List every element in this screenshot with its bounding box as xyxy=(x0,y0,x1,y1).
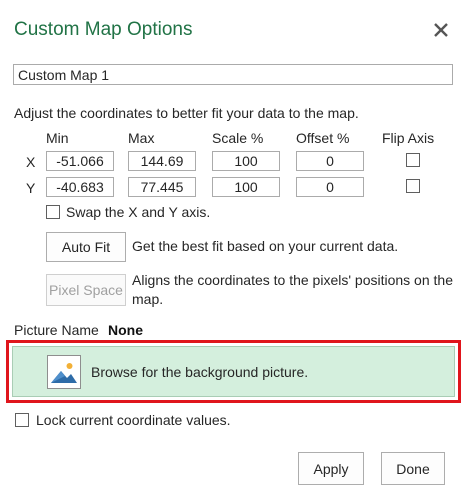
max-header: Max xyxy=(128,130,155,146)
y-scale-input[interactable] xyxy=(212,177,280,197)
dialog-title: Custom Map Options xyxy=(14,19,193,40)
y-offset-input[interactable] xyxy=(296,177,364,197)
browse-picture-label: Browse for the background picture. xyxy=(91,363,309,380)
coords-description: Adjust the coordinates to better fit you… xyxy=(14,105,359,121)
y-min-input[interactable] xyxy=(46,177,114,197)
y-max-input[interactable] xyxy=(128,177,196,197)
swap-axis-checkbox[interactable] xyxy=(46,205,60,219)
pixel-space-description-line1: Aligns the coordinates to the pixels' po… xyxy=(132,272,453,288)
y-flip-axis-checkbox[interactable] xyxy=(406,179,420,193)
pixel-space-description-line2: map. xyxy=(132,291,164,307)
picture-icon xyxy=(47,354,81,389)
min-header: Min xyxy=(46,130,69,146)
x-offset-input[interactable] xyxy=(296,151,364,171)
auto-fit-description: Get the best fit based on your current d… xyxy=(132,238,399,254)
auto-fit-button[interactable]: Auto Fit xyxy=(46,232,126,262)
lock-coordinates-label: Lock current coordinate values. xyxy=(36,412,231,428)
scale-header: Scale % xyxy=(212,130,264,146)
browse-picture-button[interactable]: Browse for the background picture. xyxy=(12,346,455,397)
flip-axis-header: Flip Axis xyxy=(382,130,435,146)
x-min-input[interactable] xyxy=(46,151,114,171)
apply-button[interactable]: Apply xyxy=(298,452,364,485)
x-flip-axis-checkbox[interactable] xyxy=(406,153,420,167)
picture-name-value: None xyxy=(108,322,143,338)
lock-coordinates-checkbox[interactable] xyxy=(15,413,29,427)
x-max-input[interactable] xyxy=(128,151,196,171)
map-name-input[interactable] xyxy=(13,64,453,85)
close-icon xyxy=(434,23,448,37)
done-button[interactable]: Done xyxy=(381,452,445,485)
x-scale-input[interactable] xyxy=(212,151,280,171)
offset-header: Offset % xyxy=(296,130,350,146)
swap-axis-label: Swap the X and Y axis. xyxy=(66,204,211,220)
browse-highlight: Browse for the background picture. xyxy=(6,340,461,403)
close-button[interactable] xyxy=(430,19,452,41)
pixel-space-button[interactable]: Pixel Space xyxy=(46,274,126,306)
picture-name-label: Picture Name xyxy=(14,322,99,338)
y-row-label: Y xyxy=(26,180,36,196)
x-row-label: X xyxy=(26,154,36,170)
